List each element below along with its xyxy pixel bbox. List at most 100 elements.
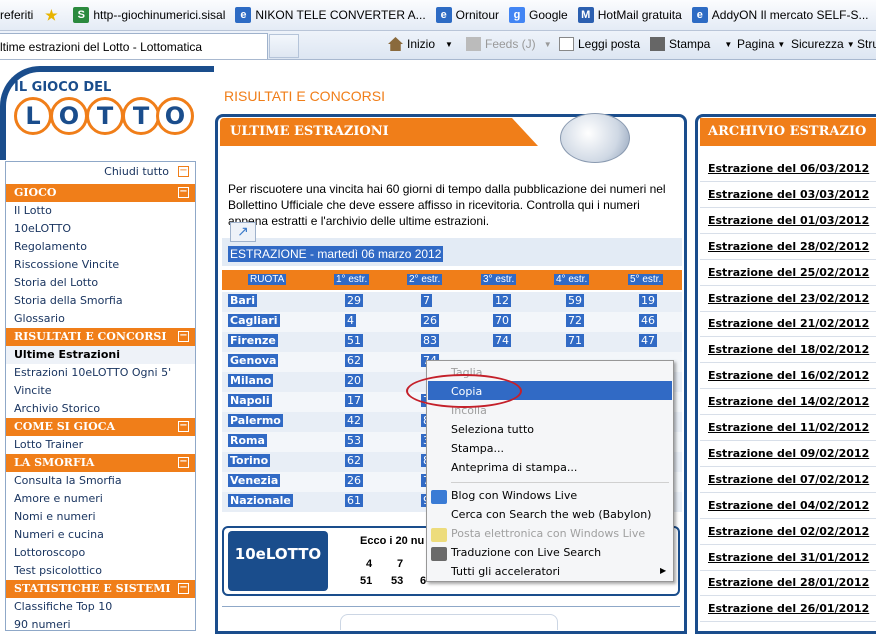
favorite-link-5[interactable]: e AddyON Il mercato SELF-S... [691, 7, 869, 23]
sidebar-item[interactable]: Ultime Estrazioni [6, 346, 195, 364]
ie-icon: e [691, 7, 708, 23]
archive-link[interactable]: Estrazione del 14/02/2012 [708, 395, 869, 408]
context-menu-item[interactable]: Cerca con Search the web (Babylon) [451, 508, 651, 521]
archive-link[interactable]: Estrazione del 31/01/2012 [708, 551, 869, 564]
sidebar-item-label: LA SMORFIA [14, 456, 95, 469]
favorite-link-2[interactable]: e Ornitour [435, 7, 499, 23]
archive-link[interactable]: Estrazione del 28/01/2012 [708, 576, 869, 589]
sidebar-item[interactable]: Storia del Lotto [6, 274, 195, 292]
favorites-label[interactable]: referiti [0, 8, 33, 22]
drawn-number: 62 [345, 354, 363, 367]
sidebar-item[interactable]: Il Lotto [6, 202, 195, 220]
archive-link[interactable]: Estrazione del 28/02/2012 [708, 240, 869, 253]
feeds-label: Feeds (J) [485, 37, 536, 51]
sidebar-item[interactable]: Test psicolottico [6, 562, 195, 580]
dieci-e-lotto-logo[interactable]: 10eLOTTO [228, 531, 328, 591]
context-menu-item[interactable]: Blog con Windows Live [451, 489, 577, 502]
sidebar-item-label: Storia del Lotto [14, 276, 99, 289]
ruota-name: Bari [228, 294, 258, 307]
collapse-icon[interactable]: − [178, 583, 189, 594]
sidebar-item-label: 90 numeri [14, 618, 71, 631]
archive-link[interactable]: Estrazione del 01/03/2012 [708, 214, 869, 227]
archive-divider [700, 517, 876, 519]
sidebar-item[interactable]: Lottoroscopo [6, 544, 195, 562]
browser-tab[interactable]: ltime estrazioni del Lotto - Lottomatica [0, 33, 268, 59]
archive-divider [700, 414, 876, 416]
new-tab-button[interactable] [269, 34, 299, 58]
logo-letter: L [14, 97, 52, 135]
sidebar-section[interactable]: COME SI GIOCA − [6, 418, 195, 436]
collapse-icon[interactable]: − [178, 421, 189, 432]
sidebar-item[interactable]: Nomi e numeri [6, 508, 195, 526]
archive-link[interactable]: Estrazione del 18/02/2012 [708, 343, 869, 356]
archive-link[interactable]: Estrazione del 26/01/2012 [708, 602, 869, 615]
sidebar-item[interactable]: Classifiche Top 10 [6, 598, 195, 616]
sidebar-section[interactable]: GIOCO − [6, 184, 195, 202]
drawn-number: 74 [493, 334, 511, 347]
sidebar-item[interactable]: Storia della Smorfia [6, 292, 195, 310]
archive-link[interactable]: Estrazione del 02/02/2012 [708, 525, 869, 538]
archive-link[interactable]: Estrazione del 04/02/2012 [708, 499, 869, 512]
archive-link[interactable]: Estrazione del 23/02/2012 [708, 292, 869, 305]
tools-menu[interactable]: Stru [857, 37, 876, 51]
drawn-number: 19 [639, 294, 657, 307]
sidebar-item[interactable]: Riscossione Vincite [6, 256, 195, 274]
archive-link[interactable]: Estrazione del 03/03/2012 [708, 188, 869, 201]
page-menu[interactable]: Pagina ▼ [737, 37, 785, 51]
sidebar-section[interactable]: RISULTATI E CONCORSI − [6, 328, 195, 346]
close-all-link[interactable]: Chiudi tutto − [6, 163, 195, 181]
sidebar-item[interactable]: Archivio Storico [6, 400, 195, 418]
ruota-name: Venezia [228, 474, 281, 487]
sidebar-item[interactable]: Amore e numeri [6, 490, 195, 508]
context-menu-item[interactable]: Tutti gli acceleratori [451, 565, 560, 578]
favorite-link-1[interactable]: e NIKON TELE CONVERTER A... [235, 7, 426, 23]
sidebar-item[interactable]: Lotto Trainer [6, 436, 195, 454]
sidebar-item-label: Lottoroscopo [14, 546, 86, 559]
context-menu-item[interactable]: Traduzione con Live Search [451, 546, 601, 559]
ie-icon: e [235, 7, 252, 23]
add-favorite-star[interactable]: ★ [43, 7, 63, 23]
table-row [222, 332, 682, 352]
sidebar-item[interactable]: 90 numeri [6, 616, 195, 634]
sidebar-item[interactable]: Consulta la Smorfia [6, 472, 195, 490]
collapse-icon[interactable]: − [178, 187, 189, 198]
collapse-icon[interactable]: − [178, 331, 189, 342]
archive-link[interactable]: Estrazione del 25/02/2012 [708, 266, 869, 279]
close-all-label: Chiudi tutto [104, 165, 169, 178]
chevron-down-icon: ▼ [724, 39, 733, 49]
dieci-number: 53 [391, 575, 404, 587]
dieci-text: Ecco i 20 nu [360, 535, 425, 547]
archive-link[interactable]: Estrazione del 21/02/2012 [708, 317, 869, 330]
home-button[interactable]: Inizio ▼ [388, 37, 453, 51]
archive-link[interactable]: Estrazione del 07/02/2012 [708, 473, 869, 486]
column-header: RUOTA [248, 274, 287, 285]
sidebar-item[interactable]: Regolamento [6, 238, 195, 256]
sidebar-section[interactable]: LA SMORFIA − [6, 454, 195, 472]
sidebar-item[interactable]: 10eLOTTO [6, 220, 195, 238]
sidebar-item[interactable]: Vincite [6, 382, 195, 400]
sidebar-section[interactable]: STATISTICHE E SISTEMI − [6, 580, 195, 598]
context-menu-item[interactable]: Anteprima di stampa... [451, 461, 577, 474]
sidebar-item-label: GIOCO [14, 186, 57, 199]
drawn-number: 26 [421, 314, 439, 327]
print-button[interactable]: Stampa ▼ [650, 37, 732, 51]
archive-link[interactable]: Estrazione del 09/02/2012 [708, 447, 869, 460]
favorite-link-0[interactable]: Shttp--giochinumerici.sisal [73, 7, 225, 23]
archive-link[interactable]: Estrazione del 06/03/2012 [708, 162, 869, 175]
favorite-link-4[interactable]: M HotMail gratuita [577, 7, 682, 23]
sidebar-item[interactable]: Estrazioni 10eLOTTO Ogni 5' [6, 364, 195, 382]
feed-icon [466, 37, 481, 51]
archive-link[interactable]: Estrazione del 11/02/2012 [708, 421, 869, 434]
context-menu-item[interactable]: Stampa... [451, 442, 504, 455]
sidebar-item[interactable]: Glossario [6, 310, 195, 328]
collapse-icon[interactable]: − [178, 457, 189, 468]
read-mail-button[interactable]: Leggi posta [559, 37, 640, 51]
context-menu-item[interactable]: Seleziona tutto [451, 423, 534, 436]
sidebar-item[interactable]: Numeri e cucina [6, 526, 195, 544]
archive-link[interactable]: Estrazione del 16/02/2012 [708, 369, 869, 382]
safety-menu[interactable]: Sicurezza ▼ [791, 37, 855, 51]
expand-arrow-icon[interactable]: ↗ [230, 222, 256, 242]
favorite-link-3[interactable]: g Google [509, 7, 568, 23]
feeds-button[interactable]: Feeds (J) ▼ [466, 37, 552, 51]
column-header: 5° estr. [628, 274, 664, 285]
